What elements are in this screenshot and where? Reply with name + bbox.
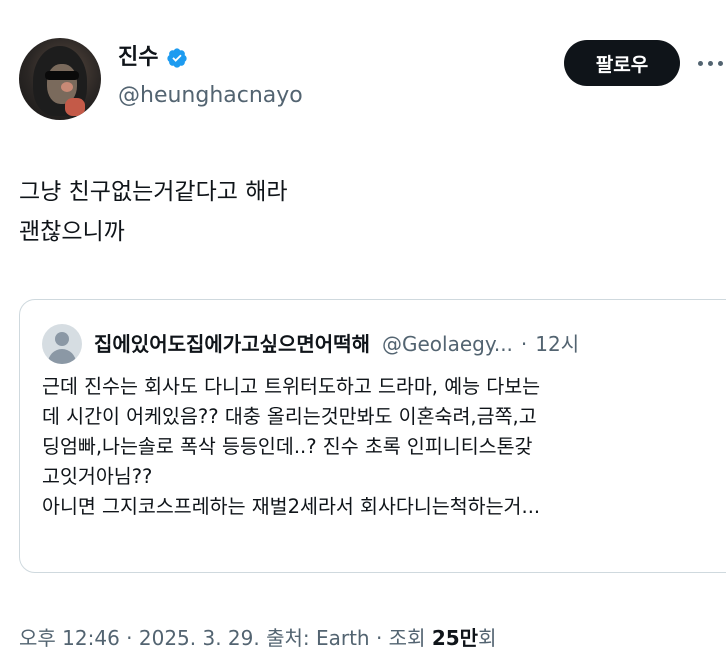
more-dots-icon[interactable] (698, 56, 726, 70)
tweet-line: 그냥 친구없는거같다고 해라 (19, 179, 288, 205)
default-avatar-icon[interactable] (42, 324, 82, 364)
tweet-text: 그냥 친구없는거같다고 해라 괜찮으니까 (19, 172, 288, 252)
quoted-line: 데 시간이 어케있음?? 대충 올리는것만봐도 이혼숙려,금쪽,고 (42, 405, 537, 428)
view-count-unit: 회 (478, 626, 497, 650)
quoted-line: 딩엄빠,나는솔로 폭삭 등등인데..? 진수 초록 인피니티스톤갖 (42, 435, 533, 458)
timestamp-source[interactable]: 오후 12:46 · 2025. 3. 29. 출처: Earth · 조회 (19, 626, 432, 650)
tweet-metadata: 오후 12:46 · 2025. 3. 29. 출처: Earth · 조회 2… (19, 622, 496, 651)
quoted-tweet-card[interactable]: 집에있어도집에가고싶으면어떡해 @Geolaegy... · 12시 근데 진수… (19, 299, 726, 573)
quoted-line: 근데 진수는 회사도 다니고 트위터도하고 드라마, 예능 다보는 (42, 375, 541, 398)
author-avatar[interactable] (19, 38, 101, 120)
author-name[interactable]: 진수 (118, 46, 158, 70)
quoted-author-name[interactable]: 집에있어도집에가고싶으면어떡해 (94, 328, 370, 357)
tweet-line: 괜찮으니까 (19, 219, 125, 245)
follow-button[interactable]: 팔로우 (564, 40, 680, 86)
quoted-line: 고잇거아님?? (42, 465, 153, 488)
quoted-tweet-time[interactable]: 12시 (535, 328, 579, 357)
verified-badge-icon (167, 48, 188, 68)
quoted-tweet-header: 집에있어도집에가고싶으면어떡해 @Geolaegy... · 12시 (94, 328, 579, 357)
author-handle[interactable]: @heunghacnayo (118, 84, 303, 108)
author-name-row: 진수 (118, 46, 188, 70)
separator-dot: · (520, 332, 528, 356)
quoted-line: 아니면 그지코스프레하는 재벌2세라서 회사다니는척하는거... (42, 495, 541, 518)
quoted-author-handle[interactable]: @Geolaegy... (382, 332, 513, 356)
quoted-tweet-text: 근데 진수는 회사도 다니고 트위터도하고 드라마, 예능 다보는 데 시간이 … (42, 372, 702, 522)
view-count: 25만 (431, 626, 479, 650)
